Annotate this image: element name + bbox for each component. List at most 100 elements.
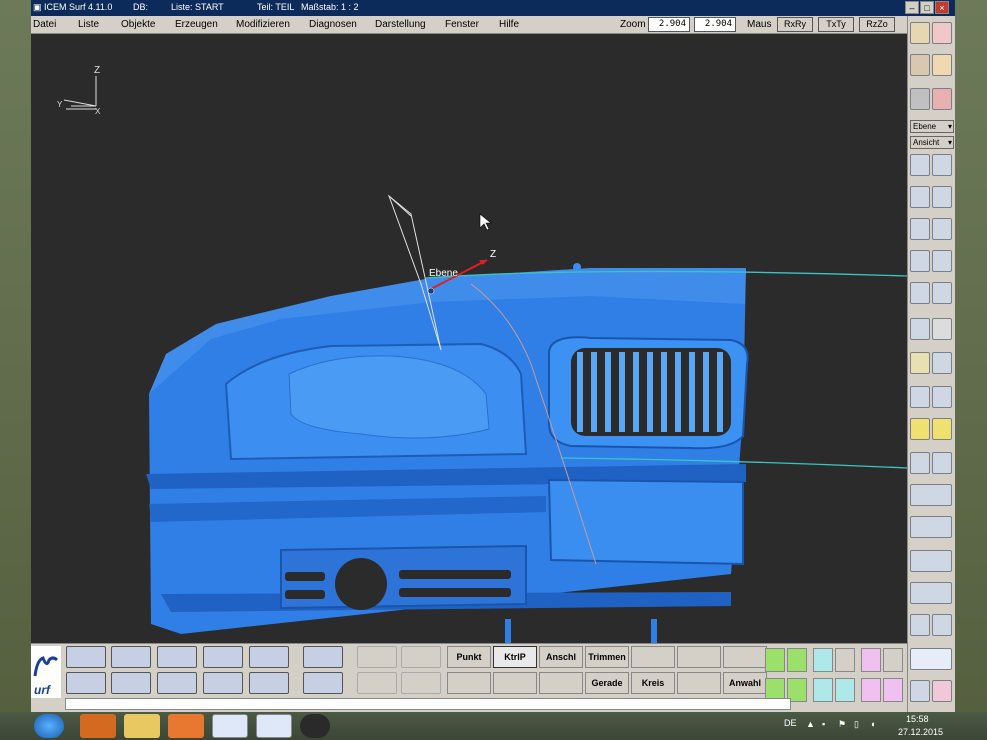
clock-time[interactable]: 15:58 [906, 714, 929, 724]
points-pink-icon[interactable] [861, 648, 881, 672]
explorer-icon[interactable] [124, 714, 160, 738]
zoom-out-icon[interactable] [910, 386, 930, 408]
brush-icon[interactable] [932, 54, 952, 76]
ansicht-dropdown[interactable]: Ansicht [910, 136, 954, 149]
empty-text-slot-3[interactable] [723, 646, 767, 668]
menu-objekte[interactable]: Objekte [121, 19, 155, 30]
maximize-button[interactable]: □ [920, 1, 934, 14]
axis-dots-icon[interactable] [910, 582, 952, 604]
gerade-button[interactable]: Gerade [585, 672, 629, 694]
light-icon[interactable] [910, 352, 930, 374]
menu-datei[interactable]: Datei [33, 19, 56, 30]
anwahl-button[interactable]: Anwahl [723, 672, 767, 694]
ebene-dropdown[interactable]: Ebene [910, 120, 954, 133]
curve-button[interactable] [157, 672, 197, 694]
empty-text-slot-7[interactable] [677, 672, 721, 694]
network-icon[interactable]: ▯ [854, 719, 859, 730]
surface-green-alt-icon[interactable] [787, 648, 807, 672]
red-sphere-icon[interactable] [932, 88, 952, 110]
edit-pencil-button[interactable] [249, 646, 289, 668]
punkt-button[interactable]: Punkt [447, 646, 491, 668]
hexagon-icon[interactable] [910, 88, 930, 110]
window-split-icon[interactable] [910, 452, 930, 474]
menu-fenster[interactable]: Fenster [445, 19, 479, 30]
empty-slot-1[interactable] [357, 646, 397, 668]
multi-object-button[interactable] [203, 646, 243, 668]
kreis-button[interactable]: Kreis [631, 672, 675, 694]
snowflake-button[interactable] [303, 646, 343, 668]
start-button-icon[interactable] [34, 714, 64, 738]
zoom-in-icon[interactable] [932, 386, 952, 408]
trash-button[interactable] [203, 672, 243, 694]
smiley-icon[interactable] [910, 418, 930, 440]
pink-box-icon[interactable] [910, 680, 930, 702]
measure-icon[interactable] [910, 516, 952, 538]
smiley-alt-icon[interactable] [932, 418, 952, 440]
view-side-icon[interactable] [932, 218, 952, 240]
anschl-button[interactable]: Anschl [539, 646, 583, 668]
clock-date[interactable]: 27.12.2015 [898, 727, 943, 737]
flag-icon[interactable]: ⚑ [838, 719, 846, 730]
icem-task-1-icon[interactable] [212, 714, 248, 738]
view-top-icon[interactable] [910, 250, 930, 272]
curve-grey-icon[interactable] [835, 648, 855, 672]
l-axis-alt-icon[interactable] [932, 614, 952, 636]
view-front-icon[interactable] [910, 218, 930, 240]
menu-liste[interactable]: Liste [78, 19, 99, 30]
view-iso-icon[interactable] [932, 250, 952, 272]
minimize-button[interactable]: – [905, 1, 919, 14]
empty-text-slot-5[interactable] [493, 672, 537, 694]
curve-cyan-alt2-icon[interactable] [835, 678, 855, 702]
icem-task-2-icon[interactable] [256, 714, 292, 738]
zoom-field-2[interactable]: 2.904 [694, 17, 736, 32]
empty-text-slot-2[interactable] [677, 646, 721, 668]
eye-pencil-icon[interactable] [910, 22, 930, 44]
view-axis-icon[interactable] [932, 154, 952, 176]
axis-set-alt-icon[interactable] [932, 282, 952, 304]
curve-cyan-alt-icon[interactable] [813, 678, 833, 702]
menu-modifizieren[interactable]: Modifizieren [236, 19, 290, 30]
icem-logo-icon[interactable] [910, 648, 952, 670]
capsule-icon[interactable] [932, 352, 952, 374]
pink-arrow-icon[interactable] [932, 680, 952, 702]
view-object-button[interactable] [111, 646, 151, 668]
scatter-pink-alt-icon[interactable] [883, 678, 903, 702]
empty-text-slot-6[interactable] [539, 672, 583, 694]
tray-icon-1[interactable]: ▪ [822, 719, 825, 729]
menu-hilfe[interactable]: Hilfe [499, 19, 519, 30]
move-button[interactable] [111, 672, 151, 694]
rzzo-button[interactable]: RzZo [859, 17, 895, 32]
view-z-icon[interactable] [910, 154, 930, 176]
l-axis-icon[interactable] [910, 614, 930, 636]
language-indicator[interactable]: DE [784, 718, 797, 728]
scatter-pink-icon[interactable] [861, 678, 881, 702]
menu-darstellung[interactable]: Darstellung [375, 19, 426, 30]
eye-button[interactable] [157, 646, 197, 668]
txty-button[interactable]: TxTy [818, 17, 854, 32]
close-button[interactable]: × [935, 1, 949, 14]
shaded-sphere-icon[interactable] [910, 54, 930, 76]
view-grid-icon[interactable] [910, 186, 930, 208]
label-abc-button[interactable] [249, 672, 289, 694]
snowflake-alt-button[interactable] [303, 672, 343, 694]
empty-text-slot-1[interactable] [631, 646, 675, 668]
3d-viewport[interactable]: Z Y X Z Ebene [31, 34, 907, 646]
axis-set-icon[interactable] [910, 282, 930, 304]
folder-open-button[interactable] [66, 646, 106, 668]
curve-cyan-icon[interactable] [813, 648, 833, 672]
tray-arrow-icon[interactable]: ▲ [806, 719, 815, 729]
volume-icon[interactable]: ◖ [870, 719, 875, 729]
points-dark-icon[interactable] [883, 648, 903, 672]
folder-button[interactable] [66, 672, 106, 694]
connect-icon[interactable] [910, 550, 952, 572]
empty-slot-3[interactable] [357, 672, 397, 694]
empty-slot-2[interactable] [401, 646, 441, 668]
frame-view-icon[interactable] [910, 484, 952, 506]
view-grid-alt-icon[interactable] [932, 186, 952, 208]
rxry-button[interactable]: RxRy [777, 17, 813, 32]
ktrlp-button[interactable]: KtrlP [493, 646, 537, 668]
paint-tool-icon[interactable] [932, 22, 952, 44]
command-line[interactable] [65, 698, 791, 710]
empty-text-slot-4[interactable] [447, 672, 491, 694]
trimmen-button[interactable]: Trimmen [585, 646, 629, 668]
